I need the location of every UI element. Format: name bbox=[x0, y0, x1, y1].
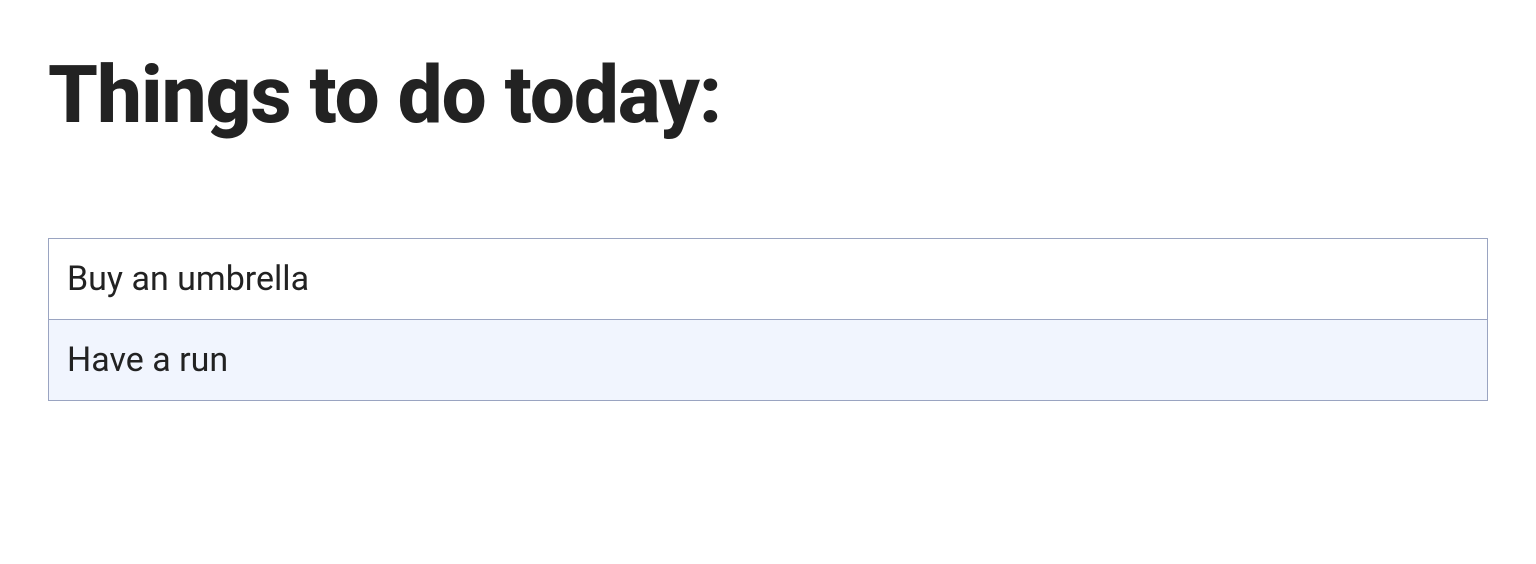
todo-table: Buy an umbrella Have a run bbox=[48, 238, 1488, 401]
todo-item-label: Have a run bbox=[49, 320, 1488, 401]
page-title: Things to do today: bbox=[48, 48, 1488, 142]
todo-item-label: Buy an umbrella bbox=[49, 239, 1488, 320]
table-row: Buy an umbrella bbox=[49, 239, 1488, 320]
table-row: Have a run bbox=[49, 320, 1488, 401]
